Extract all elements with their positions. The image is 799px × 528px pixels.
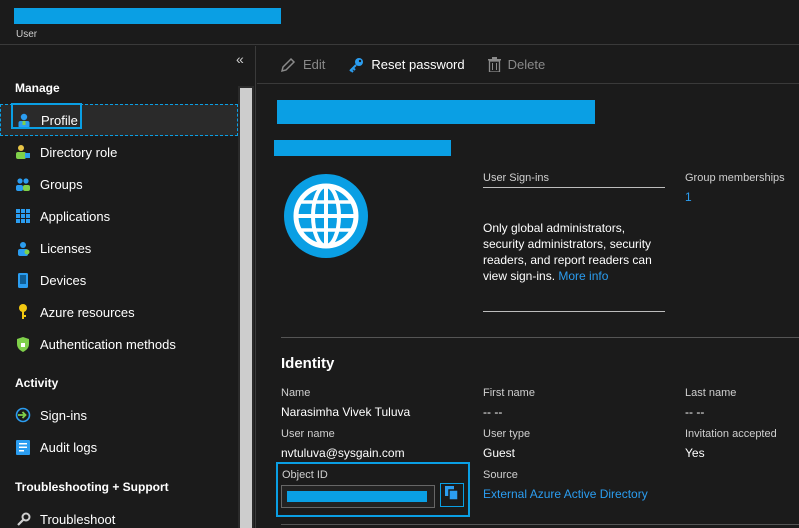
user-name-label: User name bbox=[281, 428, 335, 440]
sign-ins-bottom-line bbox=[483, 311, 665, 312]
sidebar-item-authentication-methods[interactable]: Authentication methods bbox=[0, 328, 238, 360]
first-name-value: -- -- bbox=[483, 405, 503, 419]
sidebar-item-label: Applications bbox=[40, 208, 111, 224]
key-icon bbox=[348, 57, 364, 73]
sidebar-item-troubleshoot[interactable]: Troubleshoot bbox=[0, 503, 238, 528]
shield-lock-icon bbox=[15, 336, 31, 352]
blade-subtitle: User bbox=[16, 29, 38, 40]
sidebar-item-label: Authentication methods bbox=[40, 336, 176, 352]
section-troubleshooting: Troubleshooting + Support bbox=[15, 480, 169, 494]
globe-avatar-icon bbox=[283, 173, 369, 259]
sidebar-item-licenses[interactable]: Licenses bbox=[0, 232, 238, 264]
edit-label: Edit bbox=[303, 57, 326, 72]
source-label: Source bbox=[483, 469, 518, 481]
reset-password-label: Reset password bbox=[371, 57, 465, 72]
bottom-divider bbox=[281, 524, 799, 525]
sidebar-item-azure-resources[interactable]: Azure resources bbox=[0, 296, 238, 328]
more-info-link[interactable]: More info bbox=[558, 269, 608, 283]
devices-icon bbox=[15, 272, 31, 288]
email-redacted bbox=[274, 140, 451, 156]
trash-icon bbox=[487, 57, 501, 72]
user-type-label: User type bbox=[483, 428, 531, 440]
user-sign-ins-label: User Sign-ins bbox=[483, 172, 550, 184]
invitation-accepted-value: Yes bbox=[685, 446, 705, 460]
sidebar-item-sign-ins[interactable]: Sign-ins bbox=[0, 399, 238, 431]
user-type-value: Guest bbox=[483, 446, 516, 460]
pencil-icon bbox=[280, 57, 296, 73]
groups-icon bbox=[15, 176, 31, 192]
first-name-label: First name bbox=[483, 387, 535, 399]
group-memberships-label: Group memberships bbox=[685, 172, 785, 184]
edit-button[interactable]: Edit bbox=[280, 57, 325, 73]
sign-in-icon bbox=[15, 407, 31, 423]
profile-content: User Sign-ins Only global administrators… bbox=[257, 85, 799, 528]
scrollbar-thumb[interactable] bbox=[240, 88, 252, 528]
sidebar-item-label: Directory role bbox=[40, 144, 118, 160]
sidebar-item-devices[interactable]: Devices bbox=[0, 264, 238, 296]
sidebar-item-label: Devices bbox=[40, 272, 87, 288]
reset-password-button[interactable]: Reset password bbox=[348, 57, 465, 73]
divider bbox=[281, 337, 799, 338]
section-manage: Manage bbox=[15, 81, 60, 95]
sidebar-item-groups[interactable]: Groups bbox=[0, 168, 238, 200]
sidebar-item-audit-logs[interactable]: Audit logs bbox=[0, 431, 238, 463]
sidebar-item-label: Azure resources bbox=[40, 304, 135, 320]
group-memberships-link[interactable]: 1 bbox=[685, 190, 692, 204]
delete-label: Delete bbox=[507, 57, 546, 72]
audit-log-icon bbox=[15, 439, 31, 455]
sidebar-item-label: Licenses bbox=[40, 240, 92, 256]
last-name-value: -- -- bbox=[685, 405, 705, 419]
delete-button[interactable]: Delete bbox=[487, 57, 546, 72]
object-id-redacted bbox=[287, 491, 427, 502]
directory-role-icon bbox=[15, 144, 31, 160]
applications-icon bbox=[15, 208, 31, 224]
last-name-label: Last name bbox=[685, 387, 737, 399]
sign-ins-underline bbox=[483, 187, 665, 188]
collapse-icon[interactable]: « bbox=[236, 51, 244, 67]
name-label: Name bbox=[281, 387, 311, 399]
sign-ins-note: Only global administrators, security adm… bbox=[483, 220, 663, 284]
sidebar-item-label: Groups bbox=[40, 176, 83, 192]
section-activity: Activity bbox=[15, 376, 59, 390]
sidebar-item-directory-role[interactable]: Directory role bbox=[0, 136, 238, 168]
name-value: Narasimha Vivek Tuluva bbox=[281, 405, 411, 419]
invitation-accepted-label: Invitation accepted bbox=[685, 428, 777, 440]
command-bar: Edit Reset password Delete bbox=[257, 46, 799, 84]
user-name-redacted bbox=[14, 8, 281, 24]
identity-heading: Identity bbox=[281, 355, 335, 372]
sidebar-item-label: Troubleshoot bbox=[40, 511, 116, 527]
display-name-redacted bbox=[277, 100, 595, 124]
source-link[interactable]: External Azure Active Directory bbox=[483, 487, 648, 501]
user-name-value: nvtuluva@sysgain.com bbox=[281, 446, 405, 460]
licenses-icon bbox=[15, 240, 31, 256]
sidebar-item-label: Audit logs bbox=[40, 439, 98, 455]
sidebar-item-applications[interactable]: Applications bbox=[0, 200, 238, 232]
object-id-field[interactable] bbox=[281, 485, 435, 508]
object-id-label: Object ID bbox=[282, 469, 328, 481]
profile-highlight-box bbox=[11, 103, 82, 129]
key-icon bbox=[15, 304, 31, 320]
copy-button[interactable] bbox=[440, 483, 464, 507]
troubleshoot-icon bbox=[15, 511, 31, 527]
sidebar-item-label: Sign-ins bbox=[40, 407, 87, 423]
blade-header: User bbox=[0, 0, 799, 45]
copy-icon bbox=[445, 486, 459, 504]
